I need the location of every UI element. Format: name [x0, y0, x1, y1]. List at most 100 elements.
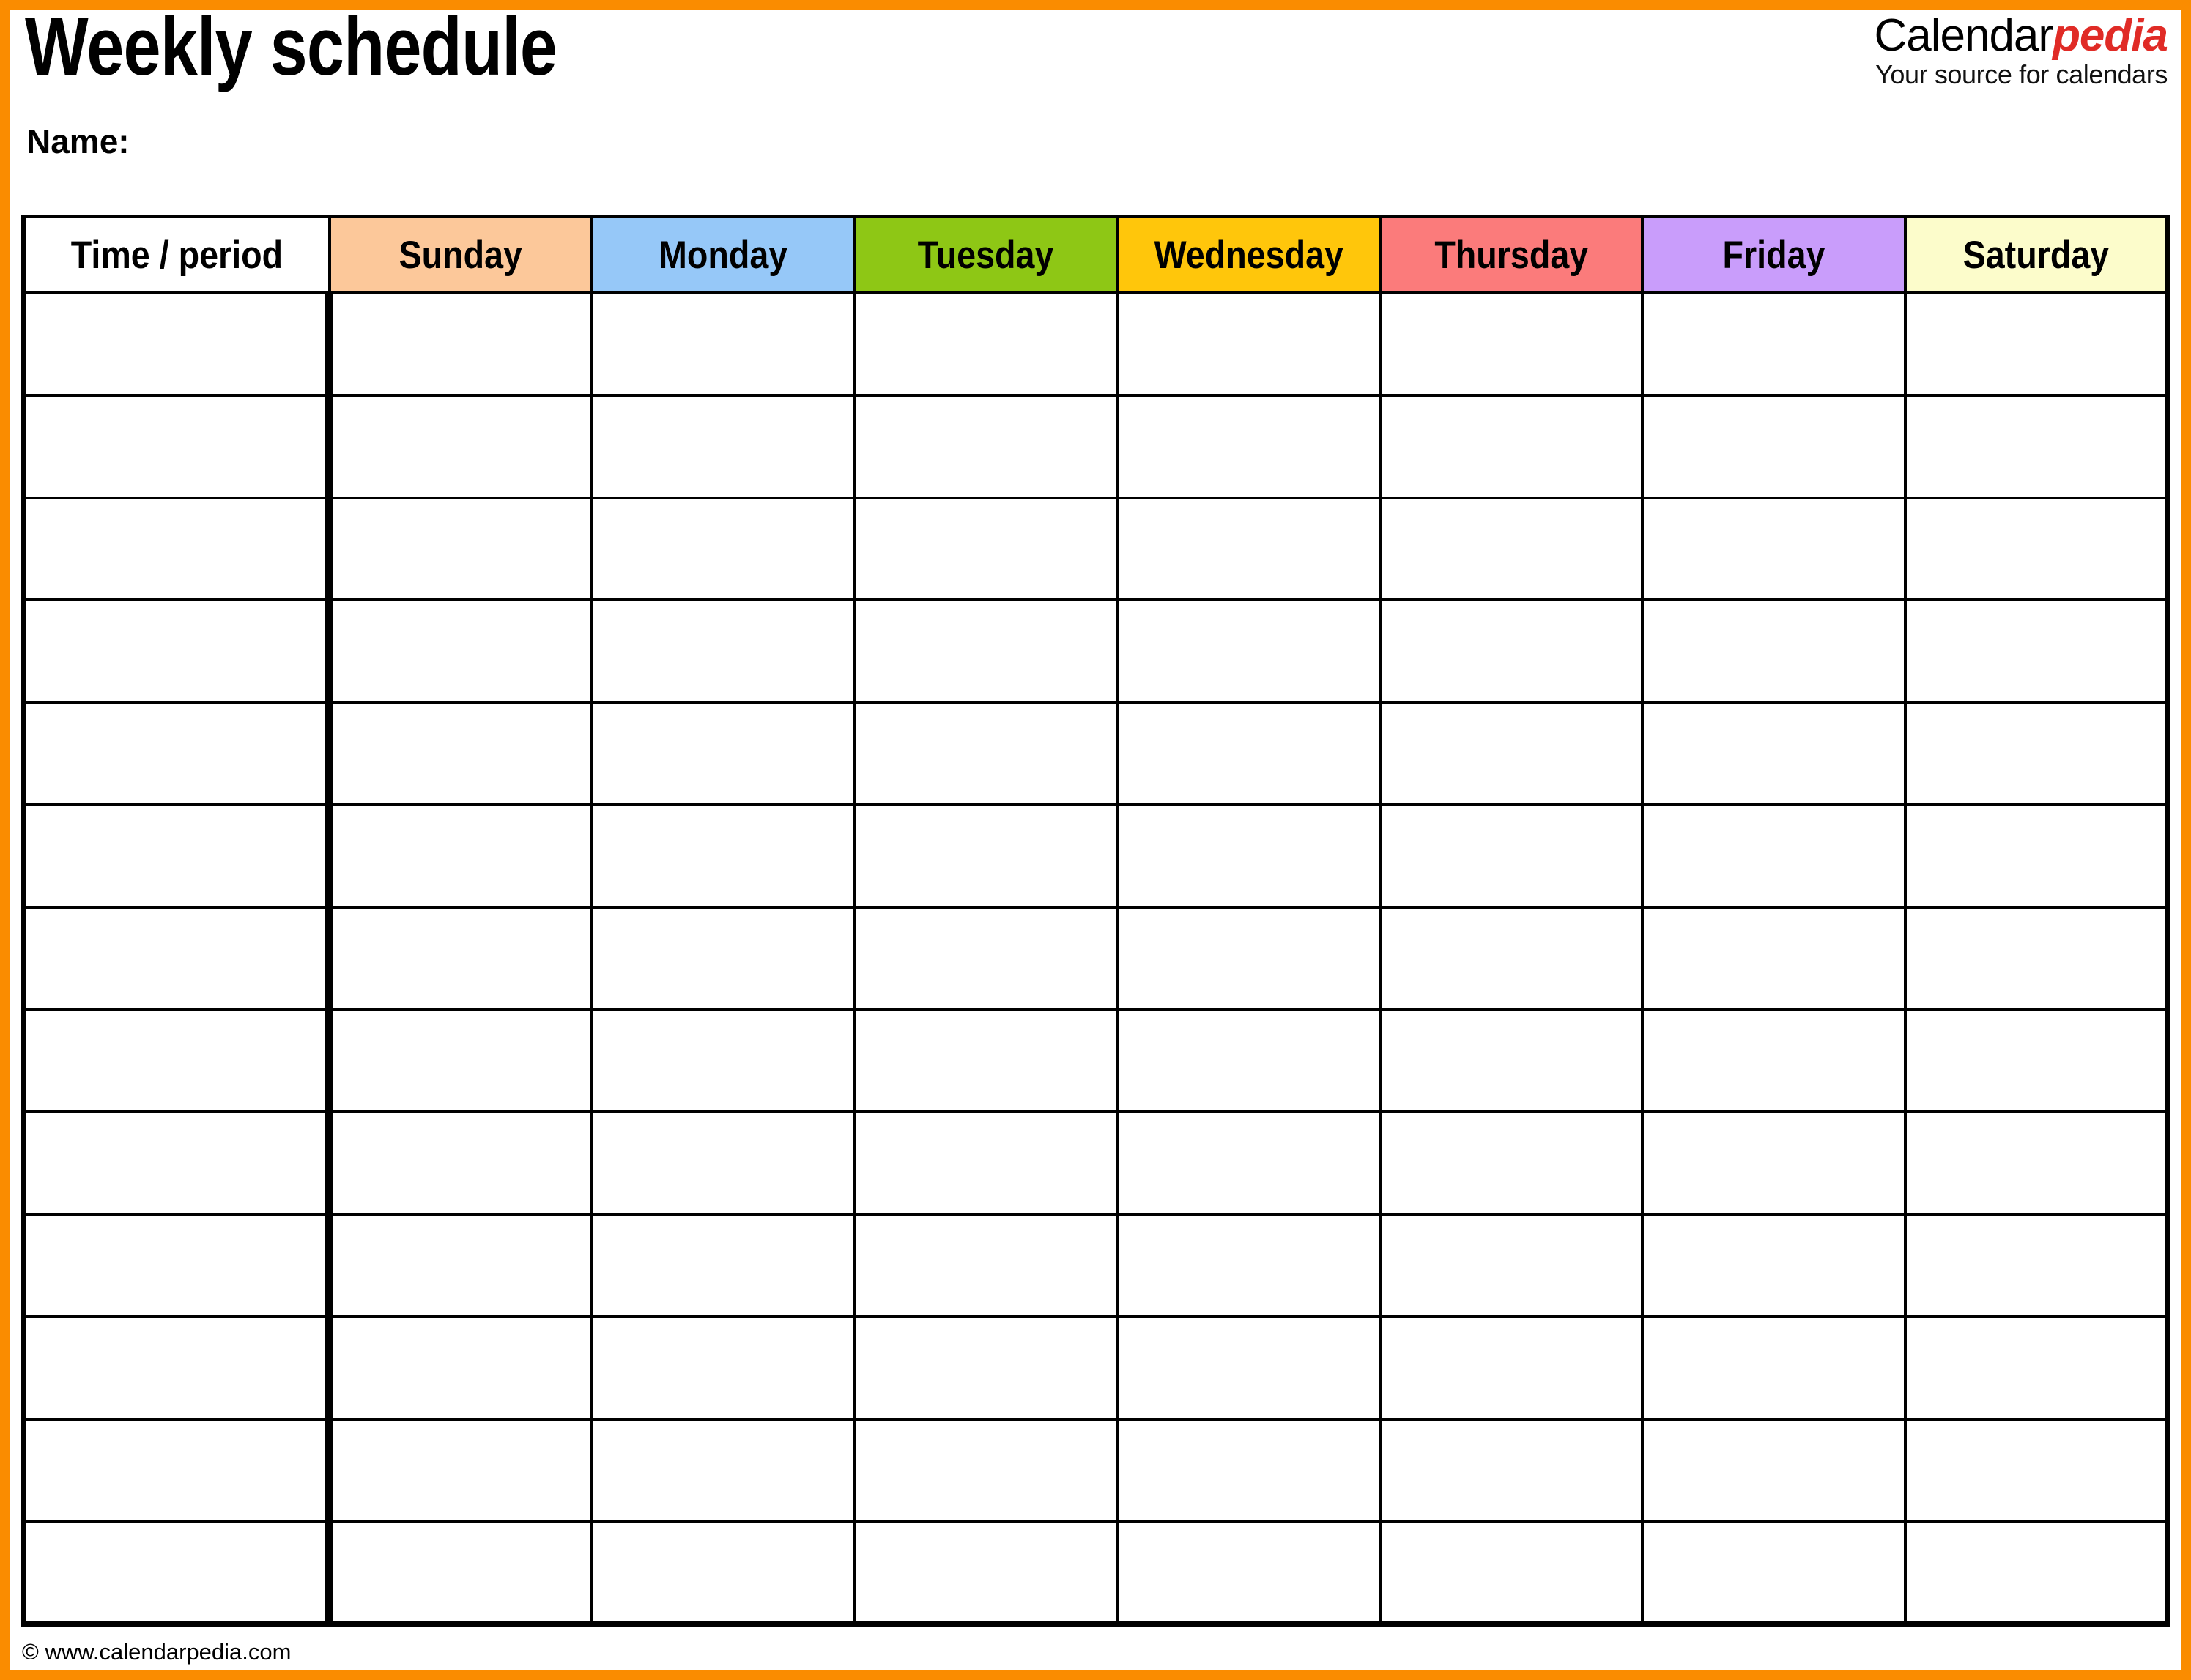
schedule-cell[interactable]: [1116, 1315, 1382, 1421]
schedule-cell[interactable]: [1116, 1417, 1382, 1523]
time-period-cell[interactable]: [21, 1008, 333, 1114]
schedule-cell[interactable]: [853, 1008, 1119, 1114]
schedule-cell[interactable]: [853, 1520, 1119, 1627]
schedule-cell[interactable]: [1116, 1110, 1382, 1216]
time-period-cell[interactable]: [21, 905, 333, 1011]
schedule-cell[interactable]: [590, 1008, 856, 1114]
schedule-cell[interactable]: [1116, 1008, 1382, 1114]
schedule-cell[interactable]: [327, 905, 594, 1011]
schedule-cell[interactable]: [1378, 291, 1645, 397]
schedule-cell[interactable]: [590, 1110, 856, 1216]
schedule-cell[interactable]: [853, 1417, 1119, 1523]
schedule-cell[interactable]: [1641, 598, 1907, 705]
schedule-cell[interactable]: [1641, 1110, 1907, 1216]
schedule-cell[interactable]: [1378, 598, 1645, 705]
schedule-cell[interactable]: [1903, 1008, 2170, 1114]
schedule-cell[interactable]: [1378, 496, 1645, 602]
time-period-cell[interactable]: [21, 598, 333, 705]
schedule-cell[interactable]: [1378, 701, 1645, 806]
schedule-cell[interactable]: [590, 1213, 856, 1318]
schedule-cell[interactable]: [1378, 1417, 1645, 1523]
schedule-cell[interactable]: [1116, 701, 1382, 806]
schedule-cell[interactable]: [1903, 905, 2170, 1011]
schedule-cell[interactable]: [1903, 393, 2170, 499]
time-period-cell[interactable]: [21, 1417, 333, 1523]
schedule-cell[interactable]: [1116, 598, 1382, 705]
schedule-cell[interactable]: [1378, 1315, 1645, 1421]
schedule-cell[interactable]: [1116, 291, 1382, 397]
time-period-cell[interactable]: [21, 1520, 333, 1627]
schedule-cell[interactable]: [1116, 496, 1382, 602]
schedule-cell[interactable]: [1378, 1110, 1645, 1216]
schedule-cell[interactable]: [1116, 803, 1382, 909]
time-period-cell[interactable]: [21, 1315, 333, 1421]
schedule-cell[interactable]: [327, 1213, 594, 1318]
schedule-cell[interactable]: [590, 598, 856, 705]
schedule-cell[interactable]: [327, 291, 594, 397]
schedule-cell[interactable]: [1903, 291, 2170, 397]
schedule-cell[interactable]: [1903, 1520, 2170, 1627]
schedule-cell[interactable]: [590, 496, 856, 602]
schedule-cell[interactable]: [590, 1520, 856, 1627]
schedule-cell[interactable]: [327, 701, 594, 806]
schedule-cell[interactable]: [327, 1008, 594, 1114]
time-period-cell[interactable]: [21, 1110, 333, 1216]
time-period-cell[interactable]: [21, 1213, 333, 1318]
schedule-cell[interactable]: [590, 905, 856, 1011]
time-period-cell[interactable]: [21, 803, 333, 909]
schedule-cell[interactable]: [1641, 496, 1907, 602]
schedule-cell[interactable]: [1641, 1520, 1907, 1627]
schedule-cell[interactable]: [1641, 1008, 1907, 1114]
schedule-cell[interactable]: [1378, 905, 1645, 1011]
schedule-cell[interactable]: [853, 1315, 1119, 1421]
schedule-cell[interactable]: [1641, 1417, 1907, 1523]
schedule-cell[interactable]: [327, 496, 594, 602]
schedule-cell[interactable]: [1903, 598, 2170, 705]
schedule-cell[interactable]: [590, 803, 856, 909]
schedule-cell[interactable]: [1116, 393, 1382, 499]
schedule-cell[interactable]: [1378, 1008, 1645, 1114]
schedule-cell[interactable]: [853, 1110, 1119, 1216]
schedule-cell[interactable]: [1116, 1520, 1382, 1627]
schedule-cell[interactable]: [1903, 1110, 2170, 1216]
schedule-cell[interactable]: [1903, 803, 2170, 909]
schedule-cell[interactable]: [590, 291, 856, 397]
time-period-cell[interactable]: [21, 496, 333, 602]
schedule-cell[interactable]: [327, 1110, 594, 1216]
schedule-cell[interactable]: [1641, 393, 1907, 499]
schedule-cell[interactable]: [1378, 393, 1645, 499]
schedule-cell[interactable]: [1641, 1315, 1907, 1421]
schedule-cell[interactable]: [327, 803, 594, 909]
schedule-cell[interactable]: [1641, 701, 1907, 806]
schedule-cell[interactable]: [853, 291, 1119, 397]
schedule-cell[interactable]: [1378, 1520, 1645, 1627]
schedule-cell[interactable]: [853, 1213, 1119, 1318]
schedule-cell[interactable]: [590, 393, 856, 499]
schedule-cell[interactable]: [1116, 1213, 1382, 1318]
schedule-cell[interactable]: [590, 701, 856, 806]
schedule-cell[interactable]: [1903, 1213, 2170, 1318]
schedule-cell[interactable]: [1116, 905, 1382, 1011]
schedule-cell[interactable]: [1641, 803, 1907, 909]
time-period-cell[interactable]: [21, 701, 333, 806]
schedule-cell[interactable]: [853, 496, 1119, 602]
schedule-cell[interactable]: [853, 701, 1119, 806]
time-period-cell[interactable]: [21, 291, 333, 397]
schedule-cell[interactable]: [1641, 1213, 1907, 1318]
schedule-cell[interactable]: [1903, 1315, 2170, 1421]
schedule-cell[interactable]: [1903, 1417, 2170, 1523]
schedule-cell[interactable]: [853, 905, 1119, 1011]
schedule-cell[interactable]: [327, 1520, 594, 1627]
schedule-cell[interactable]: [1641, 291, 1907, 397]
schedule-cell[interactable]: [590, 1315, 856, 1421]
schedule-cell[interactable]: [1378, 803, 1645, 909]
schedule-cell[interactable]: [853, 598, 1119, 705]
schedule-cell[interactable]: [853, 803, 1119, 909]
schedule-cell[interactable]: [1641, 905, 1907, 1011]
schedule-cell[interactable]: [1903, 496, 2170, 602]
schedule-cell[interactable]: [1378, 1213, 1645, 1318]
schedule-cell[interactable]: [590, 1417, 856, 1523]
schedule-cell[interactable]: [327, 393, 594, 499]
schedule-cell[interactable]: [327, 1417, 594, 1523]
time-period-cell[interactable]: [21, 393, 333, 499]
